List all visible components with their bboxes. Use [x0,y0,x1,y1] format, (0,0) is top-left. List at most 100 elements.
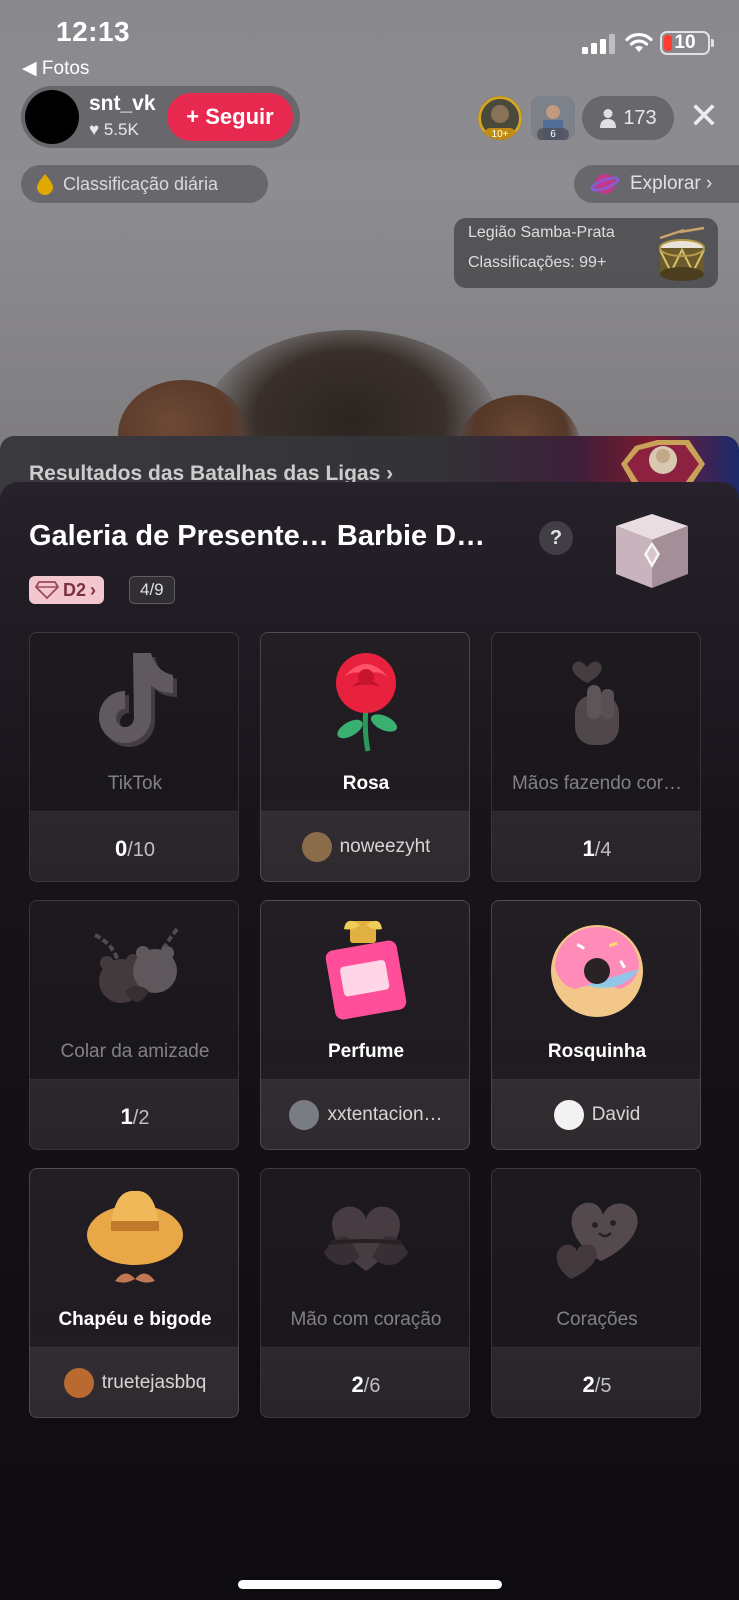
gift-name: Mãos fazendo cor… [511,773,683,794]
top-sender[interactable]: truetejasbbq [30,1368,238,1398]
person-icon [600,109,617,128]
top-viewer-avatar[interactable]: 6 [531,96,575,140]
host-name: snt_vk [89,92,156,115]
gift-count-collected: 1 [582,836,595,861]
gift-card-footer: 1/4 [492,811,700,881]
gift-count-total: /6 [363,1375,381,1397]
gift-card-footer: David [492,1079,700,1149]
sender-avatar [289,1100,320,1130]
gift-card-footer: 1/2 [30,1079,238,1149]
drum-icon [659,226,705,281]
sender-name: xxtentacion… [327,1104,443,1125]
gift-card-footer: 0/10 [30,811,238,881]
perfume-gift-icon [316,915,416,1025]
gift-card[interactable]: Chapéu e bigode truetejasbbq [29,1168,239,1418]
legion-card[interactable]: Legião Samba-Prata Classificações: 99+ [454,218,718,288]
viewer-count-button[interactable]: 173 [582,96,674,140]
gift-card-footer: 2/6 [261,1347,469,1417]
gift-card[interactable]: Rosquinha David [491,900,701,1150]
gift-count: 1/2 [30,1104,238,1130]
rose-gift-icon [316,647,416,757]
tiktok-gift-icon [85,647,185,757]
gift-count-collected: 2 [582,1372,595,1397]
friendship-necklace-gift-icon [85,915,185,1025]
gift-card[interactable]: Perfume xxtentacion… [260,900,470,1150]
gift-card-footer: xxtentacion… [261,1079,469,1149]
sender-avatar [553,1100,584,1130]
planet-icon [590,174,620,194]
tier-badge[interactable]: D2 › [29,576,105,604]
gift-count: 2/5 [492,1372,700,1398]
gift-count: 2/6 [261,1372,469,1398]
gift-name: Mão com coração [290,1309,442,1330]
sender-name: David [591,1104,641,1125]
legion-rankings: Classificações: 99+ [468,254,607,271]
wifi-icon [625,32,653,52]
hand-heart-gift-icon [316,1183,416,1293]
gift-count: 1/4 [492,836,700,862]
host-likes: ♥ 5.5K [89,120,139,139]
gift-name: Perfume [327,1041,405,1062]
gift-card-footer: 2/5 [492,1347,700,1417]
gift-count-total: /2 [132,1107,150,1129]
explore-button[interactable]: Explorar › [574,165,739,203]
sender-name: truetejasbbq [101,1372,207,1393]
gift-card[interactable]: Mão com coração 2/6 [260,1168,470,1418]
gift-name: TikTok [107,773,163,794]
gift-card[interactable]: Colar da amizade 1/2 [29,900,239,1150]
battery-level: 10 [674,32,696,53]
tier-label: D2 [63,579,87,600]
chevron-right-icon: › [90,579,97,600]
collection-progress: 4/9 [129,576,175,604]
help-button[interactable]: ? [539,521,573,555]
gift-card[interactable]: TikTok 0/10 [29,632,239,882]
battery-icon: 10 [660,31,714,55]
gallery-title: Galeria de Presente… Barbie D… [29,520,486,552]
top-viewer-avatar[interactable]: 10+ [478,96,522,140]
gift-gallery-sheet: Galeria de Presente… Barbie D… ? D2 › 4/… [0,482,739,1600]
gift-count-total: /5 [594,1375,612,1397]
diamond-icon [35,581,59,599]
gift-count-collected: 0 [114,836,128,861]
hat-mustache-gift-icon [85,1183,185,1293]
cellular-signal-icon [582,34,616,54]
status-bar: 12:13 10 [0,0,739,60]
legion-name: Legião Samba-Prata [468,224,615,241]
top-sender[interactable]: noweezyht [261,832,469,862]
gift-count-total: /4 [594,839,612,861]
top-sender[interactable]: xxtentacion… [261,1100,469,1130]
gift-card[interactable]: Corações 2/5 [491,1168,701,1418]
gift-card[interactable]: Rosa noweezyht [260,632,470,882]
drop-icon [37,174,53,195]
donut-gift-icon [547,915,647,1025]
gift-count-total: /10 [127,839,156,861]
sender-avatar [301,832,332,862]
close-icon[interactable]: ✕ [688,98,720,136]
gift-name: Rosquinha [547,1041,647,1062]
gift-name: Colar da amizade [60,1041,210,1062]
gift-count: 0/10 [30,836,238,862]
sender-name: noweezyht [339,836,431,857]
host-avatar[interactable] [25,90,79,144]
daily-ranking-label: Classificação diária [63,173,219,194]
gift-name: Rosa [342,773,390,794]
daily-ranking-button[interactable]: Classificação diária [21,165,268,203]
finger-heart-gift-icon [547,647,647,757]
viewer-rank-badge: 6 [537,128,569,140]
gift-count-collected: 2 [351,1372,364,1397]
gallery-cube-icon [616,514,688,588]
back-to-photos-link[interactable]: ◀ Fotos [22,57,89,80]
top-sender[interactable]: David [492,1100,700,1130]
gift-card-footer: noweezyht [261,811,469,881]
host-info[interactable]: snt_vk ♥ 5.5K + Seguir [21,86,300,148]
viewer-rank-badge: 10+ [484,128,516,140]
gift-card[interactable]: Mãos fazendo cor… 1/4 [491,632,701,882]
viewer-count: 173 [623,106,657,129]
status-time: 12:13 [56,16,131,47]
follow-button[interactable]: + Seguir [167,93,293,141]
gift-count-collected: 1 [120,1104,133,1129]
gift-name: Chapéu e bigode [58,1309,212,1330]
home-indicator[interactable] [238,1580,502,1589]
gift-name: Corações [556,1309,638,1330]
gift-card-footer: truetejasbbq [30,1347,238,1417]
